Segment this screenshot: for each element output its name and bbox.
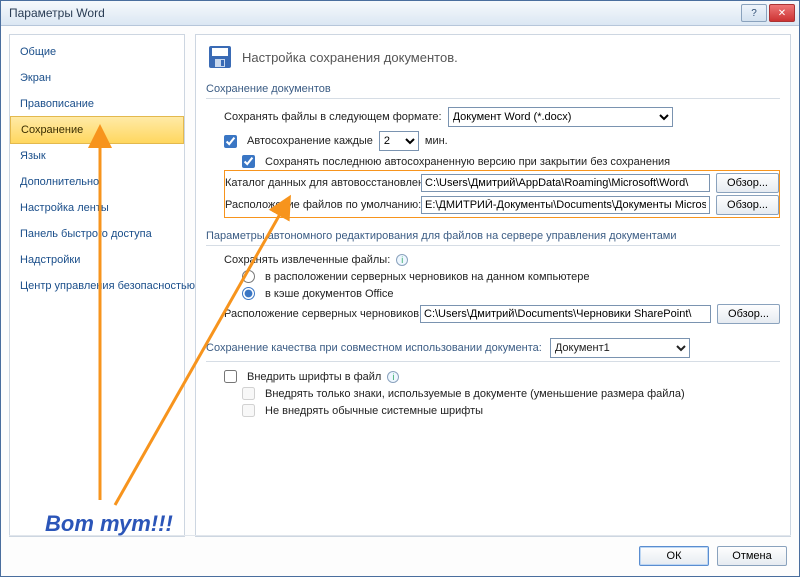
sidebar-item-1[interactable]: Экран (10, 65, 184, 91)
sidebar-item-8[interactable]: Надстройки (10, 247, 184, 273)
embed-only-used-label: Внедрять только знаки, используемые в до… (265, 388, 685, 400)
format-label: Сохранять файлы в следующем формате: (224, 111, 442, 123)
section-save-documents: Сохранение документов (206, 77, 780, 99)
keep-last-checkbox[interactable] (242, 155, 255, 168)
cancel-button[interactable]: Отмена (717, 546, 787, 566)
embed-fonts-checkbox[interactable] (224, 370, 237, 383)
ok-button[interactable]: ОК (639, 546, 709, 566)
autorecover-browse-button[interactable]: Обзор... (716, 173, 779, 193)
embed-only-used-checkbox (242, 387, 255, 400)
sidebar-item-9[interactable]: Центр управления безопасностью (10, 273, 184, 299)
autosave-label: Автосохранение каждые (247, 135, 373, 147)
opt-office-cache-label: в кэше документов Office (265, 288, 394, 300)
fidelity-doc-select[interactable]: Документ1 (550, 338, 690, 358)
autosave-unit: мин. (425, 135, 448, 147)
close-button[interactable]: ✕ (769, 4, 795, 22)
sidebar-item-7[interactable]: Панель быстрого доступа (10, 221, 184, 247)
info-icon[interactable]: i (396, 254, 408, 266)
sidebar: ОбщиеЭкранПравописаниеСохранениеЯзыкДопо… (9, 34, 185, 537)
sidebar-item-3[interactable]: Сохранение (10, 116, 184, 144)
sidebar-item-2[interactable]: Правописание (10, 91, 184, 117)
autorecover-path[interactable] (421, 174, 710, 192)
sidebar-item-5[interactable]: Дополнительно (10, 169, 184, 195)
autosave-checkbox[interactable] (224, 135, 237, 148)
save-checkedout-label: Сохранять извлеченные файлы: (224, 254, 390, 266)
save-disk-icon (206, 43, 234, 71)
no-system-fonts-label: Не внедрять обычные системные шрифты (265, 405, 483, 417)
window-title: Параметры Word (9, 6, 741, 20)
format-select[interactable]: Документ Word (*.docx) (448, 107, 673, 127)
section-offline-editing: Параметры автономного редактирования для… (206, 224, 780, 246)
opt-server-drafts-label: в расположении серверных черновиков на д… (265, 271, 589, 283)
drafts-browse-button[interactable]: Обзор... (717, 304, 780, 324)
drafts-path[interactable] (420, 305, 711, 323)
help-button[interactable]: ? (741, 4, 767, 22)
opt-office-cache-radio[interactable] (242, 287, 255, 300)
drafts-location-label: Расположение серверных черновиков: (224, 308, 414, 320)
section-fidelity: Сохранение качества при совместном испол… (206, 342, 542, 354)
keep-last-label: Сохранять последнюю автосохраненную верс… (265, 156, 670, 168)
page-headline: Настройка сохранения документов. (242, 50, 458, 65)
autorecover-label: Каталог данных для автовосстановления: (225, 177, 415, 189)
options-content: Настройка сохранения документов. Сохране… (195, 34, 791, 537)
default-location-browse-button[interactable]: Обзор... (716, 195, 779, 215)
default-location-path[interactable] (421, 196, 710, 214)
sidebar-item-0[interactable]: Общие (10, 39, 184, 65)
info-icon[interactable]: i (387, 371, 399, 383)
default-location-label: Расположение файлов по умолчанию: (225, 199, 415, 211)
opt-server-drafts-radio[interactable] (242, 270, 255, 283)
sidebar-item-4[interactable]: Язык (10, 143, 184, 169)
autosave-minutes[interactable]: 2 (379, 131, 419, 151)
embed-fonts-label: Внедрить шрифты в файл (247, 371, 381, 383)
sidebar-item-6[interactable]: Настройка ленты (10, 195, 184, 221)
no-system-fonts-checkbox (242, 404, 255, 417)
